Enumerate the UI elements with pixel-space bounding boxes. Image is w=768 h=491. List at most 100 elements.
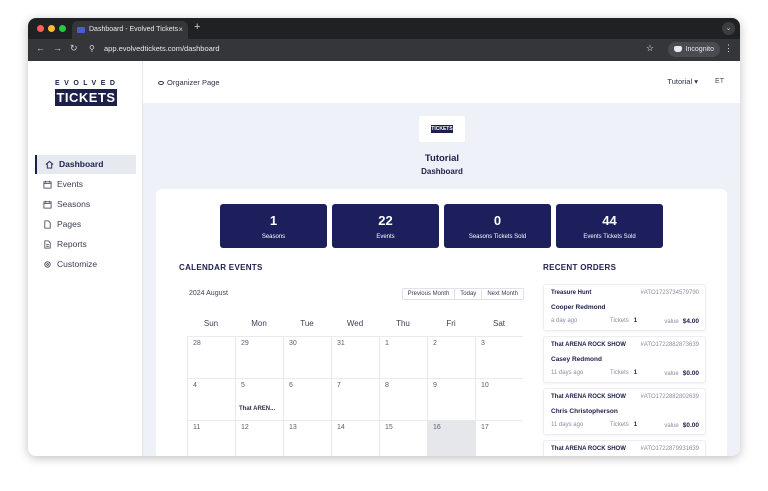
calendar-day[interactable]: 9 bbox=[427, 378, 475, 420]
tab-close-icon[interactable]: × bbox=[178, 21, 183, 39]
page-title: Dashboard bbox=[421, 167, 463, 176]
calendar-day[interactable]: 30 bbox=[283, 336, 331, 378]
weekday-header: Thu bbox=[396, 319, 410, 328]
today-button[interactable]: Today bbox=[454, 289, 481, 299]
tab-search-icon[interactable]: ⌄ bbox=[722, 22, 735, 35]
stat-card-seasons: 1 Seasons bbox=[220, 204, 327, 248]
order-event: That ARENA ROCK SHOW bbox=[551, 394, 626, 400]
weekday-header: Wed bbox=[346, 319, 364, 328]
order-tickets: Tickets 1 bbox=[610, 422, 637, 428]
order-id: #ATO1722882873639 bbox=[640, 342, 700, 348]
organizer-page-link[interactable]: Organizer Page bbox=[158, 78, 220, 87]
back-icon[interactable]: ← bbox=[36, 43, 45, 53]
sidebar-item-events[interactable]: Events bbox=[35, 175, 136, 194]
sidebar-item-pages[interactable]: Pages bbox=[35, 215, 136, 234]
maximize-window-button[interactable] bbox=[59, 25, 66, 32]
calendar-day[interactable]: 10 bbox=[475, 378, 523, 420]
stat-card-season-tickets: 0 Seasons Tickets Sold bbox=[444, 204, 551, 248]
report-icon bbox=[44, 240, 51, 249]
value-amount: $0.00 bbox=[682, 370, 699, 377]
forward-icon[interactable]: → bbox=[53, 43, 62, 53]
sidebar-item-reports[interactable]: Reports bbox=[35, 235, 136, 254]
calendar-day[interactable]: 12 bbox=[235, 420, 283, 456]
calendar-event[interactable]: That AREN... bbox=[239, 406, 275, 412]
organizer-logo-mark: TICKETS bbox=[431, 125, 453, 133]
calendar-day[interactable]: 15 bbox=[379, 420, 427, 456]
calendar-day[interactable]: 31 bbox=[331, 336, 379, 378]
tickets-label: Tickets bbox=[610, 318, 629, 324]
bookmark-star-icon[interactable]: ☆ bbox=[646, 43, 654, 54]
organizer-logo: TICKETS bbox=[419, 116, 465, 142]
stat-label: Events bbox=[376, 234, 395, 240]
stat-value: 44 bbox=[602, 213, 617, 228]
new-tab-button[interactable]: + bbox=[194, 21, 200, 33]
incognito-icon bbox=[673, 46, 682, 52]
page-icon bbox=[44, 220, 51, 229]
calendar-day[interactable]: 6 bbox=[283, 378, 331, 420]
calendar-day[interactable]: 14 bbox=[331, 420, 379, 456]
value-label: value bbox=[664, 423, 679, 429]
stat-card-events: 22 Events bbox=[332, 204, 439, 248]
tickets-count: 1 bbox=[633, 370, 638, 376]
close-window-button[interactable] bbox=[37, 25, 44, 32]
order-card[interactable]: Treasure Hunt #ATO1723734579790 Cooper R… bbox=[543, 284, 706, 331]
sidebar-item-label: Seasons bbox=[57, 199, 91, 209]
order-card[interactable]: That ARENA ROCK SHOW #ATO1722879931639 bbox=[543, 440, 706, 456]
order-card[interactable]: That ARENA ROCK SHOW #ATO1722882802639 C… bbox=[543, 388, 706, 435]
minimize-window-button[interactable] bbox=[48, 25, 55, 32]
previous-month-button[interactable]: Previous Month bbox=[403, 289, 455, 299]
calendar-day[interactable]: 7 bbox=[331, 378, 379, 420]
tab-title: Dashboard - Evolved Tickets bbox=[89, 26, 179, 33]
order-time: 11 days ago bbox=[551, 422, 584, 428]
organizer-name: Tutorial bbox=[424, 153, 460, 164]
top-header: Organizer Page Tutorial ▾ ET bbox=[143, 61, 740, 103]
calendar-day[interactable]: 1 bbox=[379, 336, 427, 378]
order-tickets: Tickets 1 bbox=[610, 370, 637, 376]
calendar-day[interactable]: 17 bbox=[475, 420, 523, 456]
calendar-day[interactable]: 8 bbox=[379, 378, 427, 420]
sidebar-item-label: Events bbox=[57, 179, 83, 189]
weekday-header: Sun bbox=[203, 319, 219, 328]
calendar-day[interactable]: 4 bbox=[187, 378, 235, 420]
user-avatar[interactable]: ET bbox=[715, 78, 724, 85]
sidebar: EVOLVED TICKETS Dashboard Events Seasons… bbox=[28, 61, 143, 456]
url-field[interactable]: app.evolvedtickets.com/dashboard bbox=[104, 44, 220, 53]
calendar-icon bbox=[43, 180, 52, 189]
sidebar-item-customize[interactable]: Customize bbox=[35, 255, 136, 274]
calendar-day[interactable]: 2 bbox=[427, 336, 475, 378]
browser-window: Dashboard - Evolved Tickets × + ⌄ ← → ↻ … bbox=[28, 18, 740, 456]
order-id: #ATO1722882802639 bbox=[640, 394, 700, 400]
evolved-tickets-logo[interactable]: EVOLVED TICKETS bbox=[55, 80, 117, 110]
calendar-day[interactable]: 3 bbox=[475, 336, 523, 378]
calendar-day[interactable]: 13 bbox=[283, 420, 331, 456]
calendar-day[interactable]: 11 bbox=[187, 420, 235, 456]
reload-icon[interactable]: ↻ bbox=[70, 43, 78, 54]
stat-value: 22 bbox=[378, 213, 393, 228]
order-time: a day ago bbox=[551, 318, 578, 324]
order-id: #ATO1723734579790 bbox=[640, 290, 700, 296]
value-label: value bbox=[664, 371, 679, 377]
incognito-indicator[interactable]: Incognito bbox=[667, 42, 720, 57]
tutorial-dropdown[interactable]: Tutorial ▾ bbox=[667, 77, 698, 86]
tickets-label: Tickets bbox=[610, 370, 629, 376]
order-tickets: Tickets 1 bbox=[610, 318, 637, 324]
site-settings-icon[interactable]: ⚲ bbox=[89, 44, 95, 53]
weekday-header: Mon bbox=[251, 319, 267, 328]
sidebar-item-seasons[interactable]: Seasons bbox=[35, 195, 136, 214]
calendar-day[interactable]: 28 bbox=[187, 336, 235, 378]
browser-tab[interactable]: Dashboard - Evolved Tickets × bbox=[72, 21, 188, 39]
order-value: value $4.00 bbox=[664, 318, 699, 325]
tickets-label: Tickets bbox=[610, 422, 629, 428]
browser-menu-icon[interactable]: ⋮ bbox=[724, 43, 733, 54]
calendar-day-today[interactable]: 16 bbox=[427, 420, 475, 456]
sidebar-item-dashboard[interactable]: Dashboard bbox=[35, 155, 136, 174]
calendar-month: 2024 August bbox=[189, 290, 228, 297]
tab-bar: Dashboard - Evolved Tickets × + ⌄ bbox=[28, 18, 740, 39]
order-card[interactable]: That ARENA ROCK SHOW #ATO1722882873639 C… bbox=[543, 336, 706, 383]
calendar-day[interactable]: 5 bbox=[235, 378, 283, 420]
sidebar-item-label: Reports bbox=[57, 239, 87, 249]
calendar-day[interactable]: 29 bbox=[235, 336, 283, 378]
order-customer: Cooper Redmond bbox=[551, 304, 606, 311]
next-month-button[interactable]: Next Month bbox=[481, 289, 523, 299]
order-time: 11 days ago bbox=[551, 370, 584, 376]
